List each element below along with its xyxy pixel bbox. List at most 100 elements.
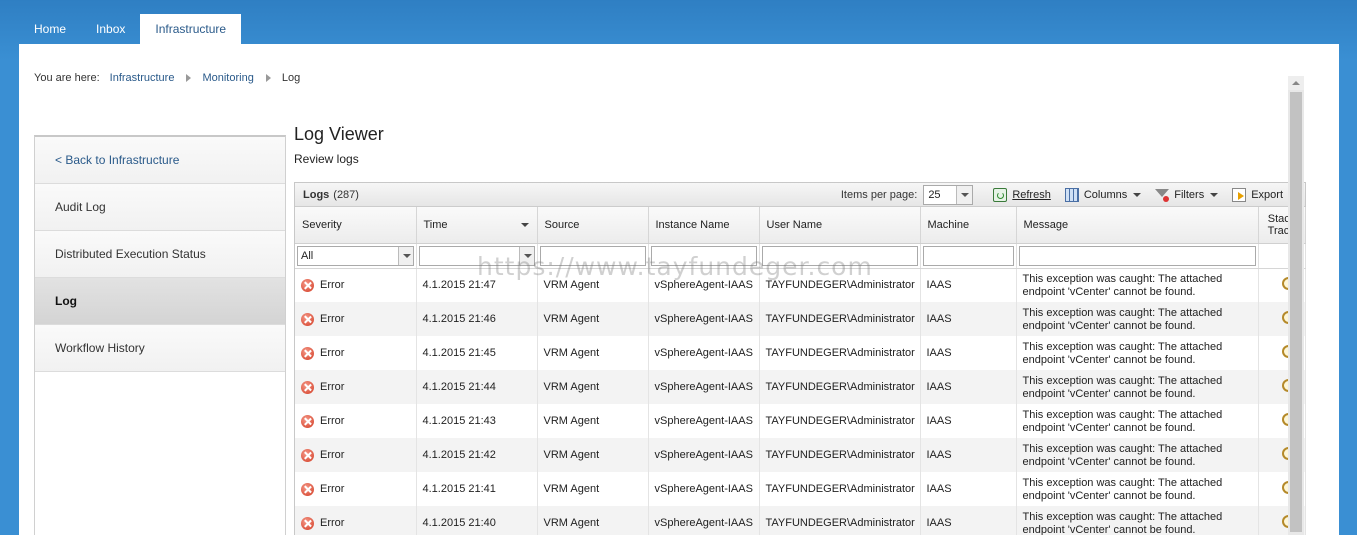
cell-time: 4.1.2015 21:46 — [416, 302, 538, 336]
sidebar-item-audit-log[interactable]: Audit Log — [35, 184, 285, 231]
cell-user-name: TAYFUNDEGER\Administrator — [759, 506, 921, 535]
severity-filter-select[interactable]: All — [297, 245, 414, 266]
breadcrumb-monitoring[interactable]: Monitoring — [202, 72, 253, 84]
chevron-down-icon[interactable] — [397, 246, 413, 265]
tab-inbox[interactable]: Inbox — [81, 14, 140, 44]
cell-user-name: TAYFUNDEGER\Administrator — [759, 472, 921, 506]
cell-instance-name: vSphereAgent-IAAS — [648, 438, 760, 472]
severity-text: Error — [320, 517, 345, 529]
log-table: Severity Time Source Instance Name User … — [295, 207, 1306, 535]
sidebar-item-distributed-execution-status[interactable]: Distributed Execution Status — [35, 231, 285, 278]
grid-title: Logs — [303, 188, 330, 201]
error-icon — [301, 414, 314, 428]
refresh-button[interactable]: Refresh — [993, 187, 1051, 202]
source-filter-input[interactable] — [539, 245, 646, 266]
error-icon — [301, 346, 314, 360]
scrollbar-thumb[interactable] — [1290, 92, 1302, 532]
column-header-machine[interactable]: Machine — [920, 207, 1017, 244]
sidebar-item-workflow-history[interactable]: Workflow History — [35, 325, 285, 372]
cell-source: VRM Agent — [537, 268, 649, 302]
breadcrumb-infrastructure[interactable]: Infrastructure — [110, 72, 175, 84]
tab-infrastructure[interactable]: Infrastructure — [140, 14, 242, 44]
column-header-time-label: Time — [423, 218, 448, 231]
cell-time: 4.1.2015 21:42 — [416, 438, 538, 472]
items-per-page-label: Items per page: — [840, 188, 918, 201]
cell-instance-name: vSphereAgent-IAAS — [648, 370, 760, 404]
cell-time: 4.1.2015 21:44 — [416, 370, 538, 404]
vertical-scrollbar[interactable] — [1288, 76, 1304, 535]
cell-severity: Error — [295, 268, 417, 302]
cell-source: VRM Agent — [537, 438, 649, 472]
table-row[interactable]: Error 4.1.2015 21:41 VRM Agent vSphereAgent… — [295, 472, 1306, 506]
column-header-instance-name[interactable]: Instance Name — [648, 207, 760, 244]
sort-desc-icon — [520, 223, 529, 227]
cell-user-name: TAYFUNDEGER\Administrator — [759, 370, 921, 404]
columns-button[interactable]: Columns — [1064, 187, 1142, 202]
time-filter-input[interactable] — [418, 245, 535, 266]
error-icon — [301, 448, 314, 462]
scroll-up-icon[interactable] — [1288, 76, 1304, 90]
items-per-page-select[interactable]: 25 — [923, 184, 974, 205]
table-row[interactable]: Error 4.1.2015 21:43 VRM Agent vSphereAgent… — [295, 404, 1306, 438]
tab-home[interactable]: Home — [19, 14, 81, 44]
cell-machine: IAAS — [920, 336, 1017, 370]
table-row[interactable]: Error 4.1.2015 21:46 VRM Agent vSphereAgent… — [295, 302, 1306, 336]
column-header-user-name[interactable]: User Name — [759, 207, 921, 244]
breadcrumb-separator-icon — [265, 74, 271, 82]
cell-severity: Error — [295, 438, 417, 472]
cell-time: 4.1.2015 21:45 — [416, 336, 538, 370]
cell-severity: Error — [295, 370, 417, 404]
error-icon — [301, 278, 314, 292]
grid-count: (287) — [333, 188, 359, 201]
cell-instance-name: vSphereAgent-IAAS — [648, 472, 760, 506]
chevron-down-icon[interactable] — [518, 246, 534, 265]
cell-machine: IAAS — [920, 302, 1017, 336]
cell-message: This exception was caught: The attached … — [1016, 336, 1259, 370]
cell-message: This exception was caught: The attached … — [1016, 268, 1259, 302]
breadcrumb-separator-icon — [186, 74, 192, 82]
column-header-message[interactable]: Message — [1016, 207, 1259, 244]
table-row[interactable]: Error 4.1.2015 21:47 VRM Agent vSphereAgent… — [295, 268, 1306, 302]
cell-user-name: TAYFUNDEGER\Administrator — [759, 404, 921, 438]
caret-down-icon — [1133, 192, 1142, 197]
breadcrumb-log: Log — [281, 72, 301, 84]
table-row[interactable]: Error 4.1.2015 21:44 VRM Agent vSphereAgent… — [295, 370, 1306, 404]
cell-source: VRM Agent — [537, 472, 649, 506]
cell-time: 4.1.2015 21:40 — [416, 506, 538, 535]
table-row[interactable]: Error 4.1.2015 21:45 VRM Agent vSphereAgent… — [295, 336, 1306, 370]
severity-text: Error — [320, 347, 345, 359]
filters-button[interactable]: Filters — [1155, 188, 1219, 202]
cell-message: This exception was caught: The attached … — [1016, 302, 1259, 336]
cell-instance-name: vSphereAgent-IAAS — [648, 336, 760, 370]
cell-time: 4.1.2015 21:41 — [416, 472, 538, 506]
cell-time: 4.1.2015 21:43 — [416, 404, 538, 438]
instance-name-filter-input[interactable] — [650, 245, 757, 266]
refresh-label: Refresh — [1012, 188, 1051, 201]
message-filter-input[interactable] — [1018, 245, 1256, 266]
cell-machine: IAAS — [920, 268, 1017, 302]
columns-icon — [1064, 187, 1079, 202]
column-header-severity[interactable]: Severity — [295, 207, 417, 244]
sidebar-item-log[interactable]: Log — [35, 278, 285, 325]
content: Log Viewer Review logs Logs (287) Items … — [294, 124, 1306, 535]
cell-message: This exception was caught: The attached … — [1016, 438, 1259, 472]
page-title: Log Viewer — [294, 124, 384, 144]
column-header-time[interactable]: Time — [416, 207, 538, 244]
cell-user-name: TAYFUNDEGER\Administrator — [759, 302, 921, 336]
export-icon — [1232, 187, 1247, 202]
cell-source: VRM Agent — [537, 302, 649, 336]
chevron-down-icon[interactable] — [956, 185, 973, 204]
machine-filter-input[interactable] — [922, 245, 1014, 266]
sidebar-item-back[interactable]: < Back to Infrastructure — [35, 137, 285, 184]
cell-machine: IAAS — [920, 506, 1017, 535]
main-panel: You are here: Infrastructure Monitoring … — [19, 44, 1339, 535]
table-row[interactable]: Error 4.1.2015 21:42 VRM Agent vSphereAgent… — [295, 438, 1306, 472]
cell-severity: Error — [295, 472, 417, 506]
breadcrumb-label: You are here: — [34, 72, 100, 84]
user-name-filter-input[interactable] — [761, 245, 918, 266]
columns-label: Columns — [1083, 188, 1128, 201]
column-header-source[interactable]: Source — [537, 207, 649, 244]
cell-machine: IAAS — [920, 370, 1017, 404]
table-row[interactable]: Error 4.1.2015 21:40 VRM Agent vSphereAgent… — [295, 506, 1306, 535]
log-rows: Error 4.1.2015 21:47 VRM Agent vSphereAgent… — [295, 268, 1306, 535]
